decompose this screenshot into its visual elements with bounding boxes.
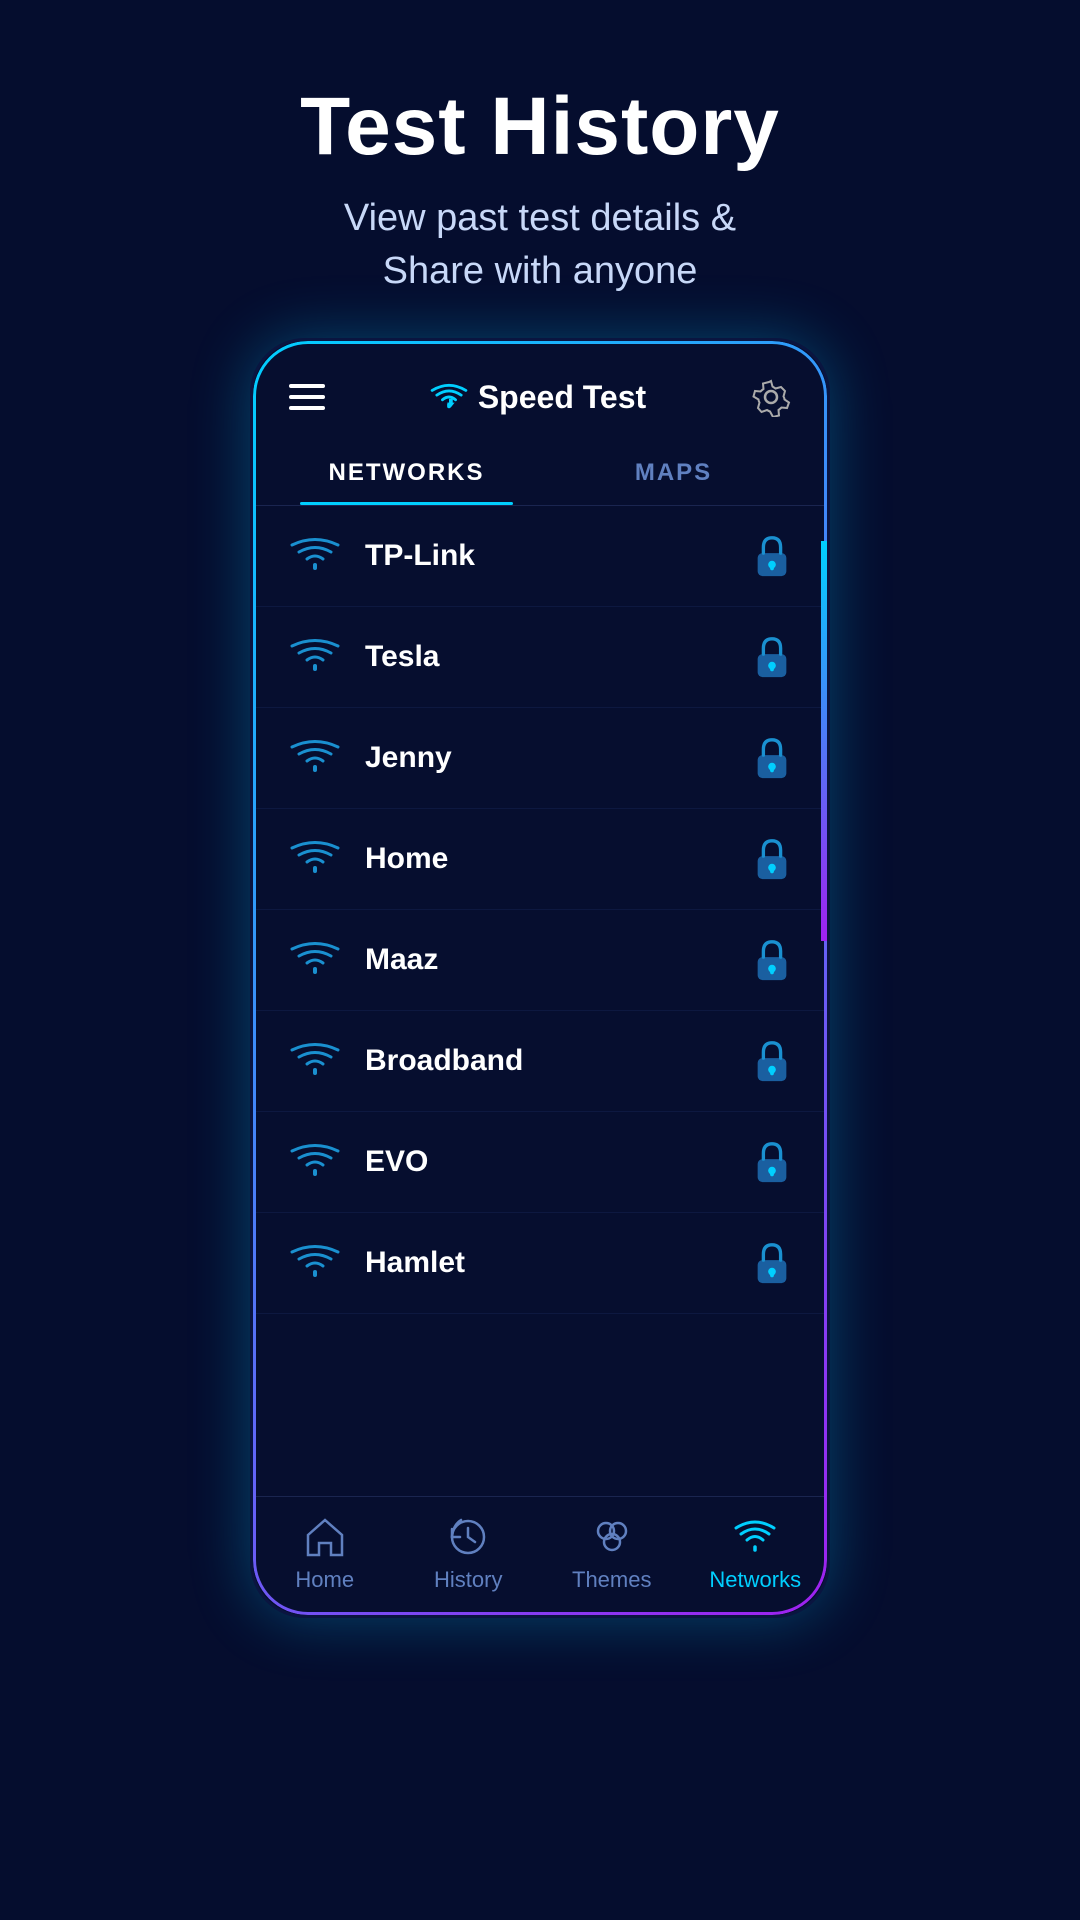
page-title: Test History xyxy=(0,80,1080,174)
networks-icon xyxy=(733,1515,777,1559)
network-item[interactable]: Jenny xyxy=(253,708,827,809)
lock-icon xyxy=(753,938,791,982)
nav-label-home: Home xyxy=(295,1567,354,1593)
network-item[interactable]: Tesla xyxy=(253,607,827,708)
app-title-container: Speed Test xyxy=(430,379,646,416)
nav-item-history[interactable]: History xyxy=(397,1497,541,1605)
lock-icon xyxy=(753,837,791,881)
app-wifi-logo xyxy=(430,382,468,412)
lock-icon xyxy=(753,736,791,780)
network-name: Hamlet xyxy=(365,1246,753,1280)
network-item[interactable]: Hamlet xyxy=(253,1213,827,1314)
app-title: Speed Test xyxy=(478,379,646,416)
lock-icon xyxy=(753,1140,791,1184)
network-name: Tesla xyxy=(365,640,753,674)
network-item[interactable]: Home xyxy=(253,809,827,910)
nav-item-home[interactable]: Home xyxy=(253,1497,397,1605)
nav-item-themes[interactable]: Themes xyxy=(540,1497,684,1605)
page-subtitle: View past test details &Share with anyon… xyxy=(0,192,1080,298)
tabs-bar: NETWORKS MAPS xyxy=(253,437,827,506)
phone-mockup: Speed Test NETWORKS MAPS xyxy=(250,338,830,1618)
network-item[interactable]: TP-Link xyxy=(253,506,827,607)
wifi-signal-icon xyxy=(289,1141,341,1183)
phone-inner: Speed Test NETWORKS MAPS xyxy=(253,341,827,1615)
bottom-nav: Home History Themes xyxy=(253,1496,827,1615)
top-bar: Speed Test xyxy=(253,341,827,437)
lock-icon xyxy=(753,1241,791,1285)
network-item[interactable]: Broadband xyxy=(253,1011,827,1112)
wifi-signal-icon xyxy=(289,1242,341,1284)
menu-button[interactable] xyxy=(289,384,325,410)
wifi-signal-icon xyxy=(289,939,341,981)
wifi-signal-icon xyxy=(289,535,341,577)
tab-networks[interactable]: NETWORKS xyxy=(273,437,540,505)
settings-icon[interactable] xyxy=(751,377,791,417)
wifi-signal-icon xyxy=(289,636,341,678)
network-item[interactable]: EVO xyxy=(253,1112,827,1213)
network-name: Home xyxy=(365,842,753,876)
lock-icon xyxy=(753,1039,791,1083)
network-name: TP-Link xyxy=(365,539,753,573)
nav-label-themes: Themes xyxy=(572,1567,651,1593)
wifi-signal-icon xyxy=(289,1040,341,1082)
wifi-signal-icon xyxy=(289,737,341,779)
network-name: Broadband xyxy=(365,1044,753,1078)
network-item[interactable]: Maaz xyxy=(253,910,827,1011)
network-name: EVO xyxy=(365,1145,753,1179)
themes-icon xyxy=(590,1515,634,1559)
home-icon xyxy=(303,1515,347,1559)
wifi-signal-icon xyxy=(289,838,341,880)
network-list: TP-Link Tesla xyxy=(253,506,827,1496)
history-icon xyxy=(446,1515,490,1559)
header-section: Test History View past test details &Sha… xyxy=(0,0,1080,338)
nav-item-networks[interactable]: Networks xyxy=(684,1497,828,1605)
tab-maps[interactable]: MAPS xyxy=(540,437,807,505)
network-name: Jenny xyxy=(365,741,753,775)
nav-label-history: History xyxy=(434,1567,502,1593)
lock-icon xyxy=(753,534,791,578)
nav-label-networks: Networks xyxy=(709,1567,801,1593)
lock-icon xyxy=(753,635,791,679)
network-name: Maaz xyxy=(365,943,753,977)
